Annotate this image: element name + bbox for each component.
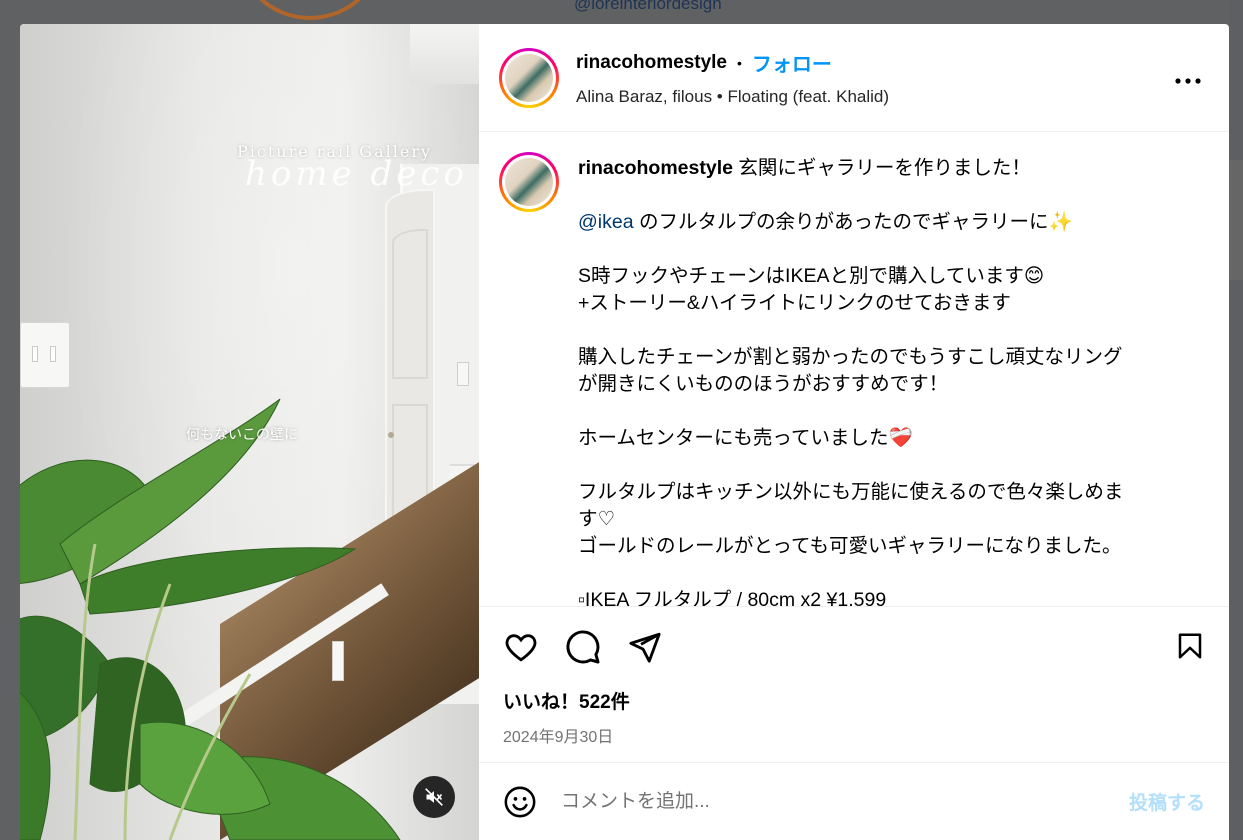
emoji-icon[interactable]	[503, 785, 537, 819]
separator-dot: •	[737, 54, 742, 71]
background-right-strip	[1229, 0, 1243, 840]
post-date: 2024年9月30日	[503, 729, 614, 746]
post-header: rinacohomestyle • フォロー Alina Baraz, filo…	[479, 24, 1229, 132]
like-count[interactable]: いいね！522件	[503, 687, 1205, 714]
background-username: @loreinteriordesign	[574, 0, 722, 13]
post-actions: いいね！522件 2024年9月30日	[479, 606, 1229, 762]
share-icon[interactable]	[627, 630, 663, 664]
author-username[interactable]: rinacohomestyle	[576, 52, 727, 74]
caption-line: 玄関にギャラリーを作りました！	[738, 157, 1031, 179]
caption-line: ▫IKEA フルタルプ / 80cm x2 ¥1,599	[578, 589, 887, 606]
mention-link[interactable]: @ikea	[578, 211, 634, 233]
caption-line: +ストーリー&ハイライトにリンクのせておきます	[578, 292, 1011, 314]
overlay-script-text: home deco	[245, 154, 468, 194]
caption-line: す♡	[578, 508, 615, 530]
caption-line: S時フックやチェーンはIKEAと別で購入しています😊	[578, 265, 1045, 287]
post-comment-button[interactable]: 投稿する	[1129, 788, 1205, 815]
background-avatar-ring	[235, 0, 385, 20]
overlay-caption: 何もないこの壁に	[186, 426, 298, 442]
post-media[interactable]: Picture rail Gallery home deco 何もないこの壁に	[20, 24, 479, 840]
comment-icon[interactable]	[565, 629, 601, 665]
follow-button[interactable]: フォロー	[752, 48, 832, 77]
caption-avatar[interactable]	[499, 152, 559, 212]
caption-text: rinacohomestyle 玄関にギャラリーを作りました！ @ikea のフ…	[578, 155, 1178, 606]
comment-composer: 投稿する	[479, 762, 1229, 840]
caption-line: 購入したチェーンが割と弱かったのでもうすこし頑丈なリング	[578, 346, 1123, 368]
heart-icon[interactable]	[503, 630, 539, 664]
caption-line: フルタルプはキッチン以外にも万能に使えるので色々楽しめま	[578, 481, 1124, 503]
speaker-muted-icon	[425, 788, 443, 806]
background-right-card	[1229, 160, 1243, 280]
more-options-button[interactable]	[1175, 64, 1201, 90]
caption-line: ゴールドのレールがとっても可愛いギャラリーになりました。	[578, 535, 1122, 557]
post-details-panel: rinacohomestyle • フォロー Alina Baraz, filo…	[479, 24, 1229, 840]
comment-input[interactable]	[561, 790, 1129, 813]
avatar[interactable]	[499, 47, 559, 108]
mute-button[interactable]	[413, 776, 455, 818]
caption-line: が開きにくいもののほうがおすすめです！	[578, 373, 949, 395]
more-horizontal-icon	[1175, 78, 1201, 84]
caption-line: ホームセンターにも売っていました❤️‍🩹	[578, 427, 913, 449]
post-modal: Picture rail Gallery home deco 何もないこの壁に …	[20, 24, 1229, 840]
audio-track-link[interactable]: Alina Baraz, filous • Floating (feat. Kh…	[576, 87, 889, 107]
comments-area[interactable]: rinacohomestyle 玄関にギャラリーを作りました！ @ikea のフ…	[479, 132, 1229, 606]
caption-line: のフルタルプの余りがあったのでギャラリーに✨	[639, 211, 1073, 233]
caption-username[interactable]: rinacohomestyle	[578, 157, 733, 179]
bookmark-icon[interactable]	[1175, 629, 1205, 663]
avatar-image	[505, 53, 553, 102]
